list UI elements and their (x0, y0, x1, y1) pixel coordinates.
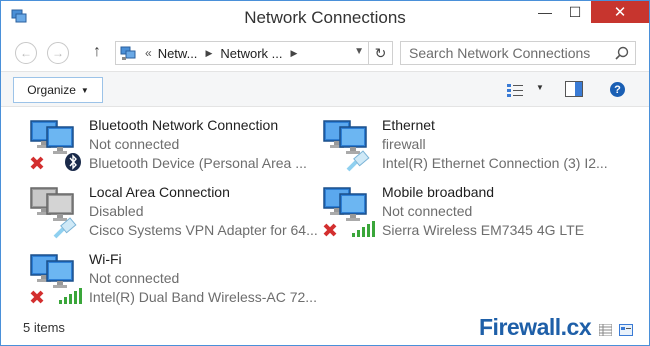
title-bar: Network Connections — ☐ ✕ (1, 1, 649, 33)
organize-button[interactable]: Organize ▼ (13, 77, 103, 103)
connection-item-bluetooth[interactable]: Bluetooth Network Connection Not connect… (29, 114, 319, 176)
breadcrumb-network-folder[interactable]: Netw... (158, 46, 198, 61)
breadcrumb-network-connections[interactable]: Network ... (220, 46, 282, 61)
organize-label: Organize (27, 83, 76, 97)
maximize-button[interactable]: ☐ (561, 1, 589, 23)
address-bar[interactable]: « Netw... ▶ Network ... ▶ ▼ ↻ (115, 41, 393, 65)
ethernet-network-icon (323, 120, 370, 172)
chevron-right-icon[interactable]: ▶ (205, 48, 212, 59)
change-view-icon[interactable] (507, 83, 523, 97)
connection-device: Sierra Wireless EM7345 4G LTE (382, 222, 585, 238)
chevron-down-icon[interactable]: ▼ (354, 46, 364, 57)
mobile-broadband-icon (323, 187, 375, 237)
connection-status: Disabled (89, 203, 144, 219)
connection-status: firewall (382, 136, 426, 152)
details-view-icon[interactable] (599, 324, 612, 336)
connections-list: Bluetooth Network Connection Not connect… (1, 108, 649, 313)
connection-item-mobile-broadband[interactable]: Mobile broadband Not connected Sierra Wi… (322, 181, 612, 243)
search-input[interactable] (409, 45, 609, 61)
forward-button[interactable]: → (47, 42, 69, 64)
navigation-bar: ← → ↑ « Netw... ▶ Network ... ▶ ▼ ↻ (1, 33, 649, 71)
breadcrumb-overflow[interactable]: « (145, 46, 152, 60)
connection-name: Local Area Connection (89, 184, 230, 200)
connection-item-local-area[interactable]: Local Area Connection Disabled Cisco Sys… (29, 181, 319, 243)
connection-name: Bluetooth Network Connection (89, 117, 279, 133)
close-button[interactable]: ✕ (591, 1, 649, 23)
minimize-button[interactable]: — (531, 1, 559, 23)
item-count: 5 items (23, 320, 65, 335)
preview-pane-icon[interactable] (565, 81, 583, 97)
chevron-right-icon[interactable]: ▶ (290, 48, 297, 59)
connection-device: Cisco Systems VPN Adapter for 64... (89, 222, 318, 238)
refresh-button[interactable]: ↻ (368, 42, 392, 64)
connection-status: Not connected (382, 203, 473, 219)
chevron-down-icon: ▼ (80, 85, 89, 95)
lan-disabled-icon (30, 187, 77, 239)
view-options-dropdown[interactable]: ▼ (536, 83, 544, 92)
connection-item-ethernet[interactable]: Ethernet firewall Intel(R) Ethernet Conn… (322, 114, 612, 176)
connection-status: Not connected (89, 270, 180, 286)
bluetooth-network-icon (30, 120, 81, 171)
firewall-cx-watermark: Firewall.cx (479, 314, 592, 340)
connection-name: Ethernet (382, 117, 435, 133)
wifi-network-icon (30, 254, 82, 304)
tiles-view-icon[interactable] (619, 324, 633, 336)
help-button[interactable]: ? (610, 82, 625, 97)
status-bar: 5 items Firewall.cx (1, 313, 649, 345)
connection-status: Not connected (89, 136, 180, 152)
back-button[interactable]: ← (15, 42, 37, 64)
search-icon[interactable] (615, 46, 629, 60)
search-box[interactable] (400, 41, 636, 65)
connection-device: Bluetooth Device (Personal Area ... (89, 155, 307, 171)
connection-device: Intel(R) Dual Band Wireless-AC 72... (89, 289, 317, 305)
connection-name: Mobile broadband (382, 184, 495, 200)
connection-item-wifi[interactable]: Wi-Fi Not connected Intel(R) Dual Band W… (29, 248, 319, 310)
connection-name: Wi-Fi (89, 251, 122, 267)
network-location-icon (120, 46, 136, 60)
connection-device: Intel(R) Ethernet Connection (3) I2... (382, 155, 608, 171)
up-button[interactable]: ↑ (93, 43, 101, 61)
network-connections-window: Network Connections — ☐ ✕ ← → ↑ « Netw..… (0, 0, 650, 346)
command-bar: Organize ▼ ▼ ? (1, 71, 649, 107)
